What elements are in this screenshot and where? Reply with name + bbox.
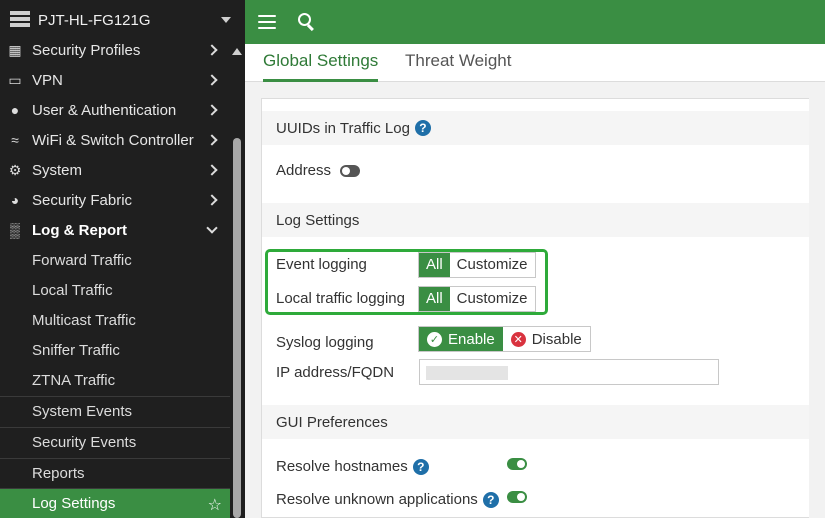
gear-icon: ⚙ (8, 161, 22, 178)
sidebar-subitem-system-events[interactable]: System Events (0, 396, 230, 426)
firewall-icon (10, 11, 30, 29)
tab-global-settings[interactable]: Global Settings (263, 44, 379, 82)
help-icon[interactable]: ? (482, 491, 499, 508)
laptop-icon: ▭ (8, 71, 22, 88)
chevron-right-icon (206, 134, 218, 146)
chevron-right-icon (206, 104, 218, 116)
section-uuids-header: UUIDs in Traffic Log ? (262, 111, 825, 145)
syslog-logging-label: Syslog logging (276, 334, 374, 351)
sidebar-subitem-sniffer-traffic[interactable]: Sniffer Traffic (0, 335, 230, 365)
ip-address-label: IP address/FQDN (276, 364, 395, 381)
section-log-settings-header: Log Settings (262, 203, 825, 237)
scroll-up-icon[interactable] (232, 48, 242, 55)
event-logging-selector: All Customize (418, 252, 536, 278)
sidebar-item-security-profiles[interactable]: ▦ Security Profiles (0, 35, 230, 65)
shield-lock-icon: ▦ (8, 41, 22, 58)
resolve-unknown-apps-label: Resolve unknown applications ? (276, 491, 499, 508)
sidebar-item-label: VPN (32, 71, 63, 89)
local-traffic-customize[interactable]: Customize (450, 287, 535, 311)
sidebar-item-label: Log & Report (32, 221, 127, 239)
section-title: GUI Preferences (276, 413, 388, 431)
chevron-right-icon (206, 194, 218, 206)
sidebar-subitem-log-settings[interactable]: Log Settings ☆ (0, 488, 230, 518)
chevron-right-icon (206, 74, 218, 86)
address-toggle[interactable] (340, 165, 360, 177)
content-scrollbar[interactable] (809, 82, 825, 518)
sidebar-item-wifi-switch[interactable]: ≈ WiFi & Switch Controller (0, 125, 230, 155)
scrollbar-thumb[interactable] (233, 138, 241, 518)
resolve-unknown-apps-toggle[interactable] (507, 491, 527, 503)
event-logging-all[interactable]: All (419, 253, 450, 277)
sidebar-subitem-local-traffic[interactable]: Local Traffic (0, 275, 230, 305)
local-traffic-logging-label: Local traffic logging (276, 290, 405, 307)
bar-chart-icon: ▒ (10, 222, 20, 238)
local-traffic-logging-selector: All Customize (418, 286, 536, 312)
search-icon[interactable] (298, 13, 316, 32)
star-icon[interactable]: ☆ (208, 495, 222, 515)
syslog-enable-button[interactable]: ✓ Enable (419, 327, 503, 351)
sidebar-item-label: WiFi & Switch Controller (32, 131, 194, 149)
section-title: UUIDs in Traffic Log (276, 119, 410, 137)
sidebar-item-label: Log Settings (32, 495, 116, 512)
redacted-value (426, 366, 508, 380)
sidebar-scrollbar[interactable] (231, 44, 243, 518)
help-icon[interactable]: ? (412, 458, 429, 475)
topbar (245, 0, 825, 44)
sidebar-subitem-security-events[interactable]: Security Events (0, 427, 230, 457)
resolve-hostnames-text: Resolve hostnames (276, 458, 408, 475)
local-traffic-all[interactable]: All (419, 287, 450, 311)
sidebar-item-vpn[interactable]: ▭ VPN (0, 65, 230, 95)
sidebar-subitem-multicast-traffic[interactable]: Multicast Traffic (0, 305, 230, 335)
section-title: Log Settings (276, 211, 360, 229)
sidebar-item-label: Security Profiles (32, 41, 141, 59)
x-circle-icon: ✕ (510, 331, 526, 347)
resolve-unknown-apps-text: Resolve unknown applications (276, 491, 478, 508)
enable-label: Enable (448, 330, 495, 348)
event-logging-label: Event logging (276, 256, 367, 273)
sidebar-item-label: User & Authentication (32, 101, 177, 119)
content-area: UUIDs in Traffic Log ? Address Log Setti… (245, 82, 825, 518)
sidebar-item-label: System (32, 161, 83, 179)
sidebar-item-security-fabric[interactable]: ◕ Security Fabric (0, 185, 230, 215)
chevron-down-icon (221, 17, 231, 23)
sidebar-item-label: Security Fabric (32, 191, 133, 209)
device-selector[interactable]: PJT-HL-FG121G (0, 0, 245, 40)
device-name: PJT-HL-FG121G (38, 11, 151, 29)
disable-label: Disable (531, 330, 582, 348)
sidebar-subitem-reports[interactable]: Reports (0, 458, 230, 488)
tab-bar: Global Settings Threat Weight (245, 44, 825, 82)
resolve-hostnames-label: Resolve hostnames ? (276, 458, 429, 475)
event-logging-customize[interactable]: Customize (450, 253, 535, 277)
sidebar-item-user-authentication[interactable]: ● User & Authentication (0, 95, 230, 125)
user-icon: ● (10, 102, 20, 118)
sidebar-item-system[interactable]: ⚙ System (0, 155, 230, 185)
sidebar: PJT-HL-FG121G ▦ Security Profiles ▭ VPN … (0, 0, 245, 518)
section-gui-preferences-header: GUI Preferences (262, 405, 825, 439)
tab-threat-weight[interactable]: Threat Weight (405, 44, 511, 82)
sidebar-subitem-ztna-traffic[interactable]: ZTNA Traffic (0, 365, 230, 395)
check-circle-icon: ✓ (427, 331, 442, 347)
wifi-icon: ≈ (11, 132, 19, 148)
sidebar-item-log-report[interactable]: ▒ Log & Report (0, 215, 230, 245)
hamburger-menu-icon[interactable] (258, 15, 276, 29)
chevron-down-icon (206, 222, 218, 234)
syslog-disable-button[interactable]: ✕ Disable (503, 327, 590, 351)
chevron-right-icon (206, 44, 218, 56)
help-icon[interactable]: ? (414, 120, 431, 136)
syslog-toggle-group: ✓ Enable ✕ Disable (418, 326, 591, 352)
fabric-icon: ◕ (10, 192, 20, 208)
chevron-right-icon (206, 164, 218, 176)
resolve-hostnames-toggle[interactable] (507, 458, 527, 470)
settings-panel: UUIDs in Traffic Log ? Address Log Setti… (261, 98, 825, 518)
sidebar-subitem-forward-traffic[interactable]: Forward Traffic (0, 245, 230, 275)
address-label: Address (276, 162, 332, 179)
